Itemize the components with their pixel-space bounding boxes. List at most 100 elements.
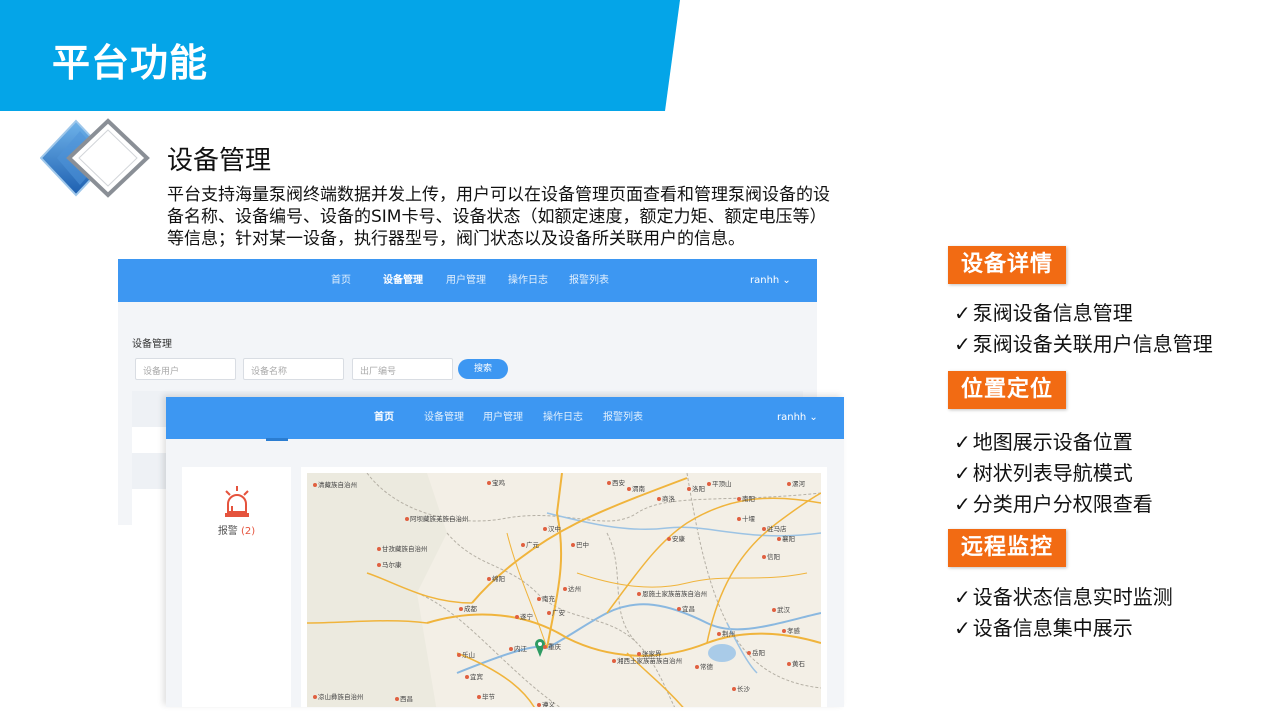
map-city-label: 武汉 [772,604,790,614]
city-dot-icon [487,481,491,485]
city-dot-icon [457,653,461,657]
map-city-label: 乐山 [457,649,475,659]
nav-home[interactable]: 首页 [331,259,351,302]
map-city-label: 驻马店 [762,523,787,533]
city-name: 内江 [514,645,527,653]
map-city-label: 宝鸡 [487,477,505,487]
nav-active-indicator [266,438,288,441]
city-name: 洛阳 [692,485,705,493]
map-city-label: 汉中 [543,523,561,533]
nav-operation-log[interactable]: 操作日志 [543,397,583,439]
map-city-label: 渭南 [627,483,645,493]
city-name: 十堰 [742,515,755,523]
nav-device-management[interactable]: 设备管理 [383,259,423,302]
city-name: 广元 [526,541,539,549]
city-dot-icon [543,527,547,531]
city-name: 武汉 [777,606,790,614]
map-city-label: 毕节 [477,691,495,701]
map-city-label: 凉山彝族自治州 [313,691,364,701]
city-dot-icon [627,487,631,491]
feature-item: ✓ 分类用户分权限查看 [954,488,1153,517]
city-name: 宝鸡 [492,479,505,487]
device-user-input[interactable]: 设备用户 [135,358,236,380]
city-name: 达州 [568,585,581,593]
map-city-label: 巴中 [571,539,589,549]
city-dot-icon [405,517,409,521]
nav-alarm-list[interactable]: 报警列表 [569,259,609,302]
map-city-label: 商洛 [657,493,675,503]
city-name: 南充 [542,595,555,603]
map-city-label: 十堰 [737,513,755,523]
city-dot-icon [732,687,736,691]
feature-item: ✓ 树状列表导航模式 [954,457,1133,486]
check-icon: ✓ [954,492,971,516]
city-dot-icon [313,695,317,699]
city-dot-icon [607,481,611,485]
desc-line: 平台支持海量泵阀终端数据并发上传，用户可以在设备管理页面查看和管理泵阀设备的设 [167,185,830,205]
city-name: 西昌 [400,695,413,703]
map-city-label: 广元 [521,539,539,549]
map-city-label: 西昌 [395,693,413,703]
map-city-label: 恩施土家族苗族自治州 [637,588,707,598]
city-name: 遂宁 [520,613,533,621]
city-name: 南阳 [742,495,755,503]
map-city-label: 黄石 [787,658,805,668]
title-banner: 平台功能 [0,0,680,111]
city-dot-icon [687,487,691,491]
desc-line: 等信息；针对某一设备，执行器型号，阀门状态以及设备所关联用户的信息。 [167,229,745,249]
map-city-label: 遵义 [537,699,555,707]
nav-device-management[interactable]: 设备管理 [424,397,464,439]
city-dot-icon [537,597,541,601]
section-description: 平台支持海量泵阀终端数据并发上传，用户可以在设备管理页面查看和管理泵阀设备的设 … [167,184,912,250]
alarm-text: 报警 [217,526,238,537]
user-menu[interactable]: ranhh ⌄ [777,397,818,439]
city-dot-icon [787,482,791,486]
map-view-screenshot: 首页 设备管理 用户管理 操作日志 报警列表 ranhh ⌄ 报警 (2) 清藏… [166,397,844,707]
city-name: 平顶山 [712,480,732,488]
nav-alarm-list[interactable]: 报警列表 [603,397,643,439]
map-city-label: 洛阳 [687,483,705,493]
alarm-panel[interactable]: 报警 (2) [182,467,291,707]
city-dot-icon [537,703,541,707]
feature-item-label: 泵阀设备信息管理 [972,301,1133,325]
search-button[interactable]: 搜索 [458,359,508,379]
city-dot-icon [465,675,469,679]
device-location-map[interactable]: 清藏族自治州 宝鸡 西安 汉中 广元 巴中 达州 绵阳 南充 成都 遂宁 广安 重庆 乐山 内江 宜宾 阿坝藏族… [307,473,821,707]
map-city-labels: 清藏族自治州 宝鸡 西安 汉中 广元 巴中 达州 绵阳 南充 成都 遂宁 广安 重庆 乐山 内江 宜宾 阿坝藏族… [307,473,821,707]
map-city-label: 漯河 [787,478,805,488]
city-dot-icon [695,665,699,669]
check-icon: ✓ [954,332,971,356]
nav-operation-log[interactable]: 操作日志 [508,259,548,302]
nav-user-management[interactable]: 用户管理 [483,397,523,439]
feature-item-label: 地图展示设备位置 [972,430,1133,454]
map-city-label: 襄阳 [777,533,795,543]
map-city-label: 长沙 [732,683,750,693]
nav-user-management[interactable]: 用户管理 [446,259,486,302]
serial-number-input[interactable]: 出厂编号 [352,358,453,380]
alarm-label: 报警 (2) [182,522,291,537]
feature-item-label: 设备状态信息实时监测 [972,585,1173,609]
city-name: 马尔康 [382,561,402,569]
alarm-count: (2) [241,526,256,537]
map-city-label: 重庆 [543,641,561,651]
map-city-label: 常德 [695,661,713,671]
city-name: 毕节 [482,693,495,701]
city-name: 恩施土家族苗族自治州 [642,590,707,598]
city-dot-icon [657,497,661,501]
city-dot-icon [377,547,381,551]
device-name-input[interactable]: 设备名称 [243,358,344,380]
nav-home[interactable]: 首页 [374,397,394,439]
feature-item: ✓ 设备信息集中展示 [954,612,1133,641]
city-name: 清藏族自治州 [318,481,357,489]
user-menu[interactable]: ranhh ⌄ [750,259,791,302]
feature-item: ✓ 地图展示设备位置 [954,426,1133,455]
check-icon: ✓ [954,461,971,485]
desc-line: 备名称、设备编号、设备的SIM卡号、设备状态（如额定速度，额定力矩、额定电压等） [167,207,827,227]
city-name: 广安 [552,609,565,617]
map-city-label: 绵阳 [487,573,505,583]
city-dot-icon [737,497,741,501]
city-dot-icon [547,611,551,615]
map-city-label: 信阳 [762,551,780,561]
city-dot-icon [747,651,751,655]
city-name: 岳阳 [752,649,765,657]
